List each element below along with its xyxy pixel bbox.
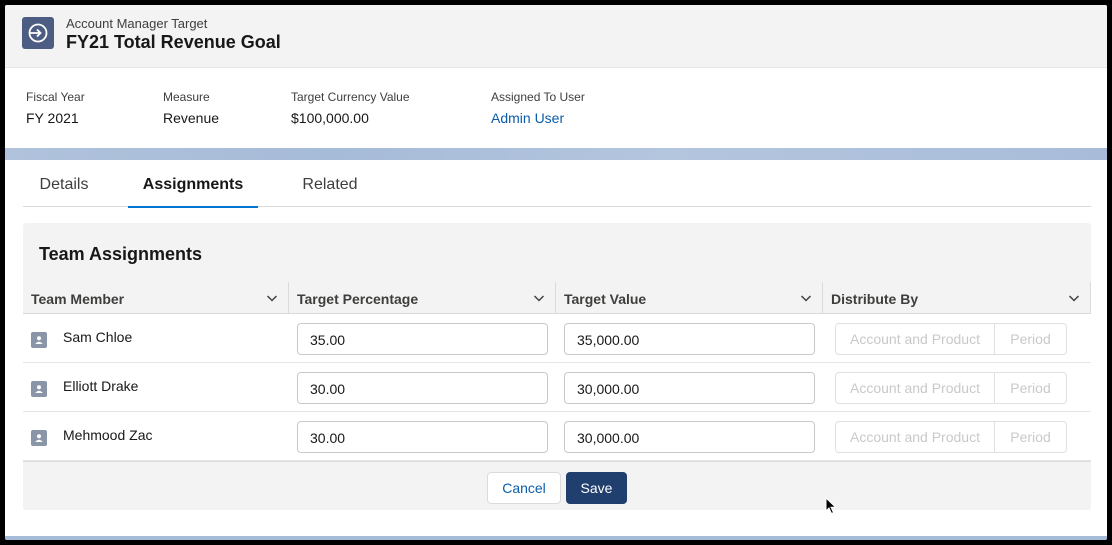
- target-percentage-input[interactable]: 30.00: [297, 372, 548, 404]
- table-row: Mehmood Zac 30.00 30,000.00 Account and …: [23, 412, 1091, 461]
- highlight-label: Fiscal Year: [26, 90, 85, 104]
- chevron-down-icon[interactable]: [533, 292, 545, 304]
- highlights-panel: Fiscal Year FY 2021 Measure Revenue Targ…: [5, 68, 1107, 148]
- highlight-assigned-to-user: Assigned To User Admin User: [491, 90, 585, 126]
- chevron-down-icon[interactable]: [1068, 292, 1080, 304]
- period-button[interactable]: Period: [995, 323, 1067, 355]
- period-button[interactable]: Period: [995, 421, 1067, 453]
- highlight-value: Revenue: [163, 110, 220, 126]
- chevron-down-icon[interactable]: [800, 292, 812, 304]
- tab-assignments[interactable]: Assignments: [128, 160, 258, 208]
- column-header-target-percentage[interactable]: Target Percentage: [289, 282, 556, 314]
- tab-related[interactable]: Related: [285, 160, 375, 207]
- target-percentage-input[interactable]: 30.00: [297, 421, 548, 453]
- column-header-target-value[interactable]: Target Value: [556, 282, 823, 314]
- account-and-product-button[interactable]: Account and Product: [835, 372, 995, 404]
- account-and-product-button[interactable]: Account and Product: [835, 421, 995, 453]
- cancel-button[interactable]: Cancel: [487, 472, 561, 504]
- highlight-measure: Measure Revenue: [163, 90, 219, 126]
- target-value-input[interactable]: 35,000.00: [564, 323, 815, 355]
- tab-details[interactable]: Details: [23, 160, 105, 207]
- team-member-name: Elliott Drake: [63, 378, 139, 394]
- user-icon: [31, 332, 47, 348]
- distribute-by-button-group: Account and Product Period: [835, 372, 1067, 404]
- team-assignments-card: Team Assignments Team Member Target Perc…: [23, 223, 1091, 510]
- highlight-fiscal-year: Fiscal Year FY 2021: [26, 90, 85, 126]
- record-header: Account Manager Target FY21 Total Revenu…: [5, 5, 1107, 68]
- account-and-product-button[interactable]: Account and Product: [835, 323, 995, 355]
- mouse-cursor-icon: [825, 497, 837, 515]
- column-header-label: Team Member: [31, 291, 125, 307]
- chevron-down-icon[interactable]: [266, 292, 278, 304]
- column-header-distribute-by[interactable]: Distribute By: [823, 282, 1091, 314]
- target-icon: [22, 17, 54, 49]
- target-value-input[interactable]: 30,000.00: [564, 372, 815, 404]
- highlight-target-currency-value: Target Currency Value $100,000.00: [291, 90, 410, 126]
- user-icon: [31, 430, 47, 446]
- record-title: FY21 Total Revenue Goal: [66, 32, 281, 52]
- record-page: Account Manager Target FY21 Total Revenu…: [5, 5, 1107, 540]
- column-header-label: Distribute By: [831, 291, 919, 307]
- highlight-value: FY 2021: [26, 110, 79, 126]
- period-button[interactable]: Period: [995, 372, 1067, 404]
- decorative-band: [5, 148, 1107, 160]
- target-percentage-input[interactable]: 35.00: [297, 323, 548, 355]
- highlight-label: Target Currency Value: [291, 90, 410, 104]
- assigned-user-link[interactable]: Admin User: [491, 110, 585, 126]
- decorative-band-bottom: [5, 536, 1107, 540]
- distribute-by-button-group: Account and Product Period: [835, 421, 1067, 453]
- highlight-value: $100,000.00: [291, 110, 369, 126]
- column-header-team-member[interactable]: Team Member: [23, 282, 289, 314]
- assignments-table: Team Member Target Percentage Target Val…: [23, 282, 1091, 461]
- object-type-label: Account Manager Target: [66, 16, 208, 31]
- table-row: Sam Chloe 35.00 35,000.00 Account and Pr…: [23, 314, 1091, 363]
- column-header-label: Target Percentage: [297, 291, 419, 307]
- column-header-label: Target Value: [564, 291, 647, 307]
- highlight-label: Measure: [163, 90, 210, 104]
- team-member-name: Sam Chloe: [63, 329, 133, 345]
- save-button[interactable]: Save: [566, 472, 627, 504]
- card-footer-actions: Cancel Save: [23, 461, 1091, 510]
- table-row: Elliott Drake 30.00 30,000.00 Account an…: [23, 363, 1091, 412]
- target-value-input[interactable]: 30,000.00: [564, 421, 815, 453]
- team-member-name: Mehmood Zac: [63, 427, 153, 443]
- card-title: Team Assignments: [39, 244, 203, 264]
- record-tabs: Details Assignments Related: [23, 160, 1091, 208]
- highlight-label: Assigned To User: [491, 90, 585, 104]
- distribute-by-button-group: Account and Product Period: [835, 323, 1067, 355]
- user-icon: [31, 381, 47, 397]
